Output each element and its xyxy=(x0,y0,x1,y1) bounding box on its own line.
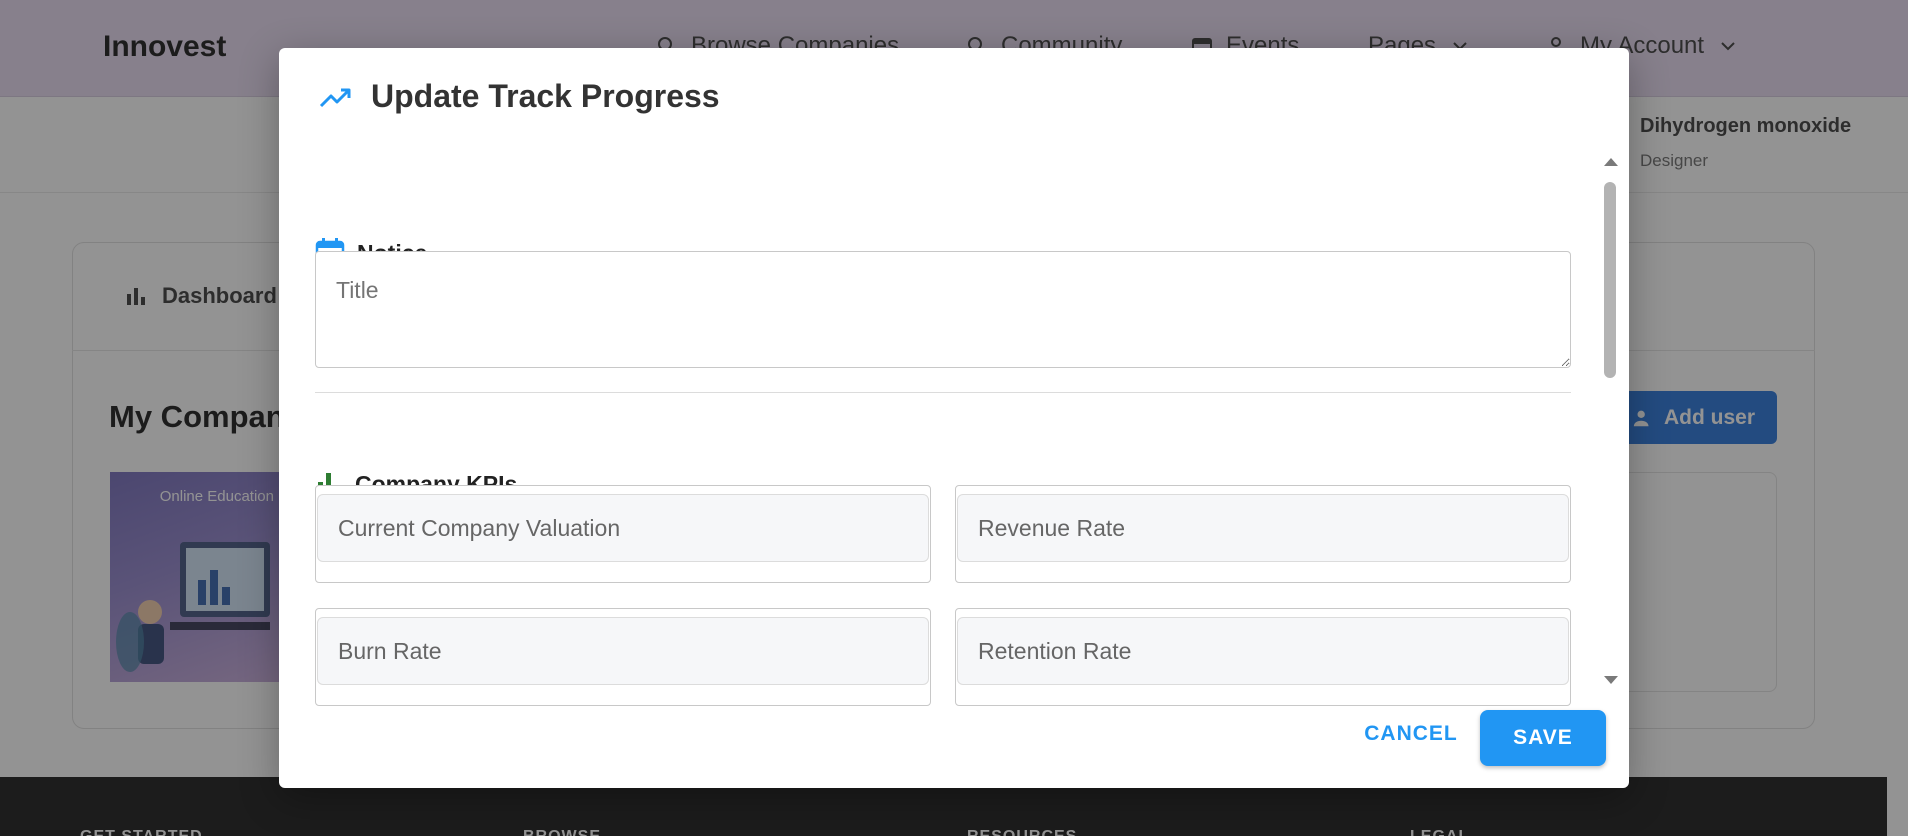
kpi-current-valuation-field[interactable]: Current Company Valuation xyxy=(315,485,931,583)
trending-up-icon xyxy=(319,88,351,107)
cancel-button[interactable]: CANCEL xyxy=(1339,708,1483,760)
scroll-thumb[interactable] xyxy=(1604,182,1616,378)
section-divider xyxy=(315,392,1571,393)
dialog-title: Update Track Progress xyxy=(371,78,720,114)
kpi-input[interactable]: Current Company Valuation xyxy=(317,494,929,562)
kpi-input[interactable]: Revenue Rate xyxy=(957,494,1569,562)
kpi-input[interactable]: Burn Rate xyxy=(317,617,929,685)
kpi-burn-rate-field[interactable]: Burn Rate xyxy=(315,608,931,706)
dialog-scroll-area[interactable]: Notice Company KPIs Current Company Valu… xyxy=(279,148,1629,732)
update-progress-dialog: Update Track Progress Notice Company KPI… xyxy=(279,48,1629,788)
save-button[interactable]: SAVE xyxy=(1480,710,1606,766)
scroll-up-arrow[interactable] xyxy=(1604,158,1618,166)
notice-title-field[interactable] xyxy=(315,251,1571,368)
kpi-input[interactable]: Retention Rate xyxy=(957,617,1569,685)
kpi-revenue-rate-field[interactable]: Revenue Rate xyxy=(955,485,1571,583)
dialog-header: Update Track Progress xyxy=(319,78,720,115)
dialog-scrollbar[interactable] xyxy=(1602,158,1618,684)
kpi-retention-rate-field[interactable]: Retention Rate xyxy=(955,608,1571,706)
scroll-down-arrow[interactable] xyxy=(1604,676,1618,684)
